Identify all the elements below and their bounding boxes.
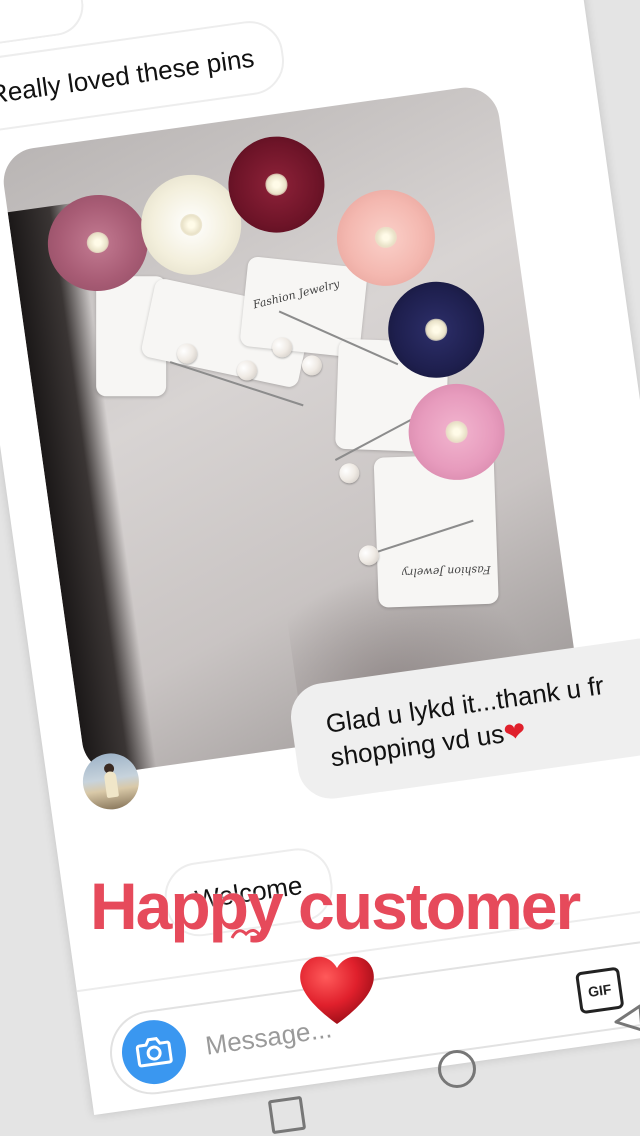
heart-emoji-icon: ❤ — [501, 715, 528, 749]
gif-label: GIF — [587, 980, 613, 1000]
avatar-figure — [103, 770, 120, 799]
screen: Really loved these pins Fashion Jewelry … — [0, 0, 640, 1136]
recent-apps-nav-icon[interactable] — [267, 1095, 307, 1135]
pearl-pin-head — [338, 461, 361, 485]
back-nav-icon[interactable] — [606, 1000, 640, 1040]
previous-message-bubble — [0, 0, 88, 49]
heart-sticker-icon — [300, 956, 374, 1024]
camera-button[interactable] — [117, 1015, 191, 1089]
received-message-text: Really loved these pins — [0, 42, 257, 110]
small-heart-sticker-icon — [230, 929, 262, 939]
pearl-pin-head — [300, 354, 324, 377]
camera-icon — [135, 1037, 173, 1068]
happy-customer-sticker: Happy customer — [90, 869, 581, 943]
home-nav-icon[interactable] — [438, 1050, 476, 1088]
